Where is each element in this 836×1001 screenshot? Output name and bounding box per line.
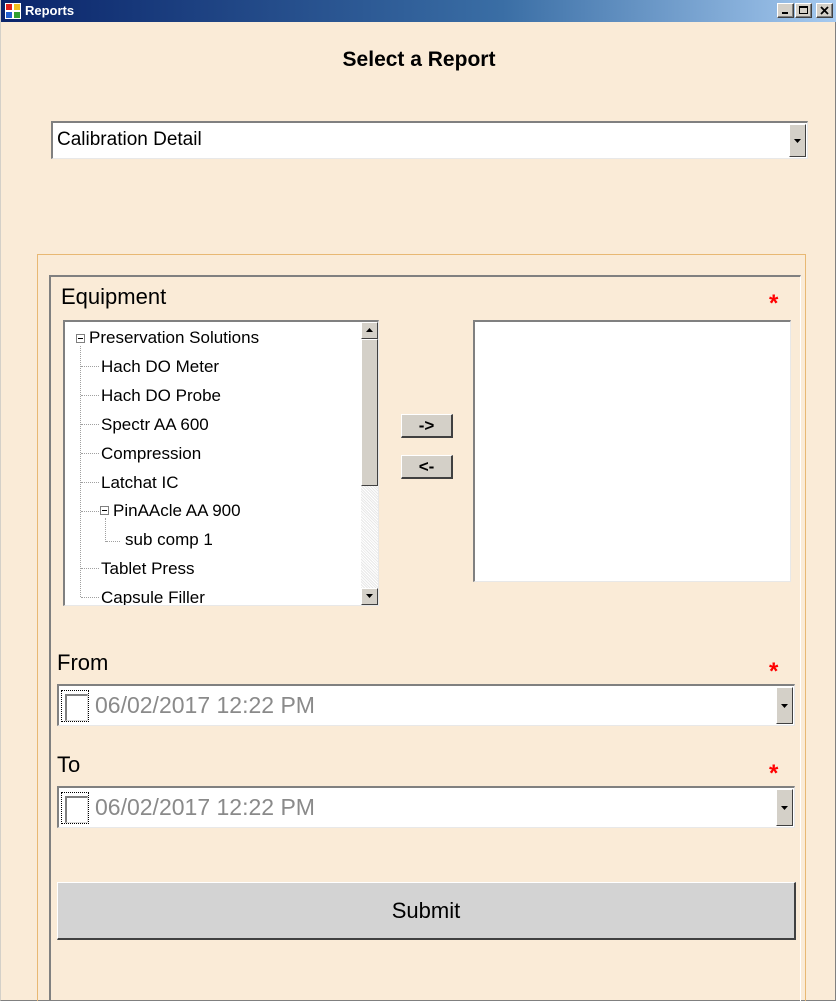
close-icon: [820, 6, 829, 15]
tree-connector-line: [81, 453, 99, 454]
equipment-tree[interactable]: Preservation Solutions Hach DO Meter Hac…: [63, 320, 379, 606]
maximize-button[interactable]: [795, 3, 812, 18]
to-date-picker[interactable]: 06/02/2017 12:22 PM: [57, 786, 795, 828]
scroll-down-button[interactable]: [361, 588, 378, 605]
from-date-dropdown-button[interactable]: [776, 687, 793, 724]
equipment-required-marker: *: [769, 290, 779, 317]
tree-connector-line: [81, 424, 99, 425]
report-select-dropdown-button[interactable]: [789, 124, 806, 157]
tree-item[interactable]: Hach DO Meter: [101, 356, 219, 378]
to-date-value: 06/02/2017 12:22 PM: [95, 794, 315, 820]
tree-connector-line: [80, 346, 81, 597]
tree-item[interactable]: sub comp 1: [125, 529, 213, 551]
tree-item[interactable]: Capsule Filler: [101, 587, 205, 605]
tree-connector-line: [81, 597, 99, 598]
tree-item[interactable]: Tablet Press: [101, 558, 195, 580]
remove-equipment-button[interactable]: <-: [401, 455, 453, 479]
tree-item[interactable]: Hach DO Probe: [101, 385, 221, 407]
tree-item[interactable]: Preservation Solutions: [89, 327, 259, 349]
title-bar[interactable]: Reports: [1, 0, 836, 22]
tree-scrollbar[interactable]: [361, 322, 378, 605]
close-button[interactable]: [816, 3, 833, 18]
tree-connector-line: [81, 568, 99, 569]
from-date-picker[interactable]: 06/02/2017 12:22 PM: [57, 684, 795, 726]
report-select[interactable]: Calibration Detail: [51, 121, 808, 159]
collapse-icon[interactable]: [100, 506, 109, 515]
tree-connector-line: [81, 366, 99, 367]
chevron-down-icon: [781, 703, 788, 708]
selected-equipment-list[interactable]: [473, 320, 791, 582]
minimize-button[interactable]: [777, 3, 794, 18]
report-select-value: Calibration Detail: [57, 129, 202, 150]
tree-item[interactable]: Compression: [101, 443, 201, 465]
from-date-value: 06/02/2017 12:22 PM: [95, 692, 315, 718]
tree-item[interactable]: Latchat IC: [101, 472, 179, 494]
to-date-dropdown-button[interactable]: [776, 789, 793, 826]
from-label: From: [57, 650, 109, 675]
add-equipment-button[interactable]: ->: [401, 414, 453, 438]
scroll-down-icon: [366, 594, 373, 598]
minimize-icon: [782, 12, 788, 14]
chevron-down-icon: [794, 138, 801, 143]
to-required-marker: *: [769, 760, 779, 787]
tree-connector-line: [105, 518, 106, 542]
window-title: Reports: [25, 3, 75, 18]
to-label: To: [57, 752, 81, 777]
app-icon: [5, 3, 21, 19]
tree-item[interactable]: PinAAcle AA 900: [113, 500, 241, 522]
scroll-up-button[interactable]: [361, 322, 378, 339]
to-date-checkbox[interactable]: [61, 792, 89, 824]
reports-window: Reports Select a Report Calibration Deta…: [0, 0, 836, 1001]
scroll-up-icon: [366, 328, 373, 332]
scroll-thumb[interactable]: [361, 339, 378, 486]
tree-item[interactable]: Spectr AA 600: [101, 414, 209, 436]
tree-connector-line: [81, 482, 99, 483]
from-required-marker: *: [769, 658, 779, 685]
maximize-icon: [799, 6, 808, 14]
collapse-icon[interactable]: [76, 334, 85, 343]
equipment-label: Equipment: [61, 284, 167, 309]
submit-button[interactable]: Submit: [57, 882, 796, 940]
tree-connector-line: [81, 511, 99, 512]
tree-connector-line: [106, 541, 120, 542]
tree-connector-line: [81, 395, 99, 396]
from-date-checkbox[interactable]: [61, 690, 89, 722]
chevron-down-icon: [781, 805, 788, 810]
page-title: Select a Report: [342, 48, 496, 71]
